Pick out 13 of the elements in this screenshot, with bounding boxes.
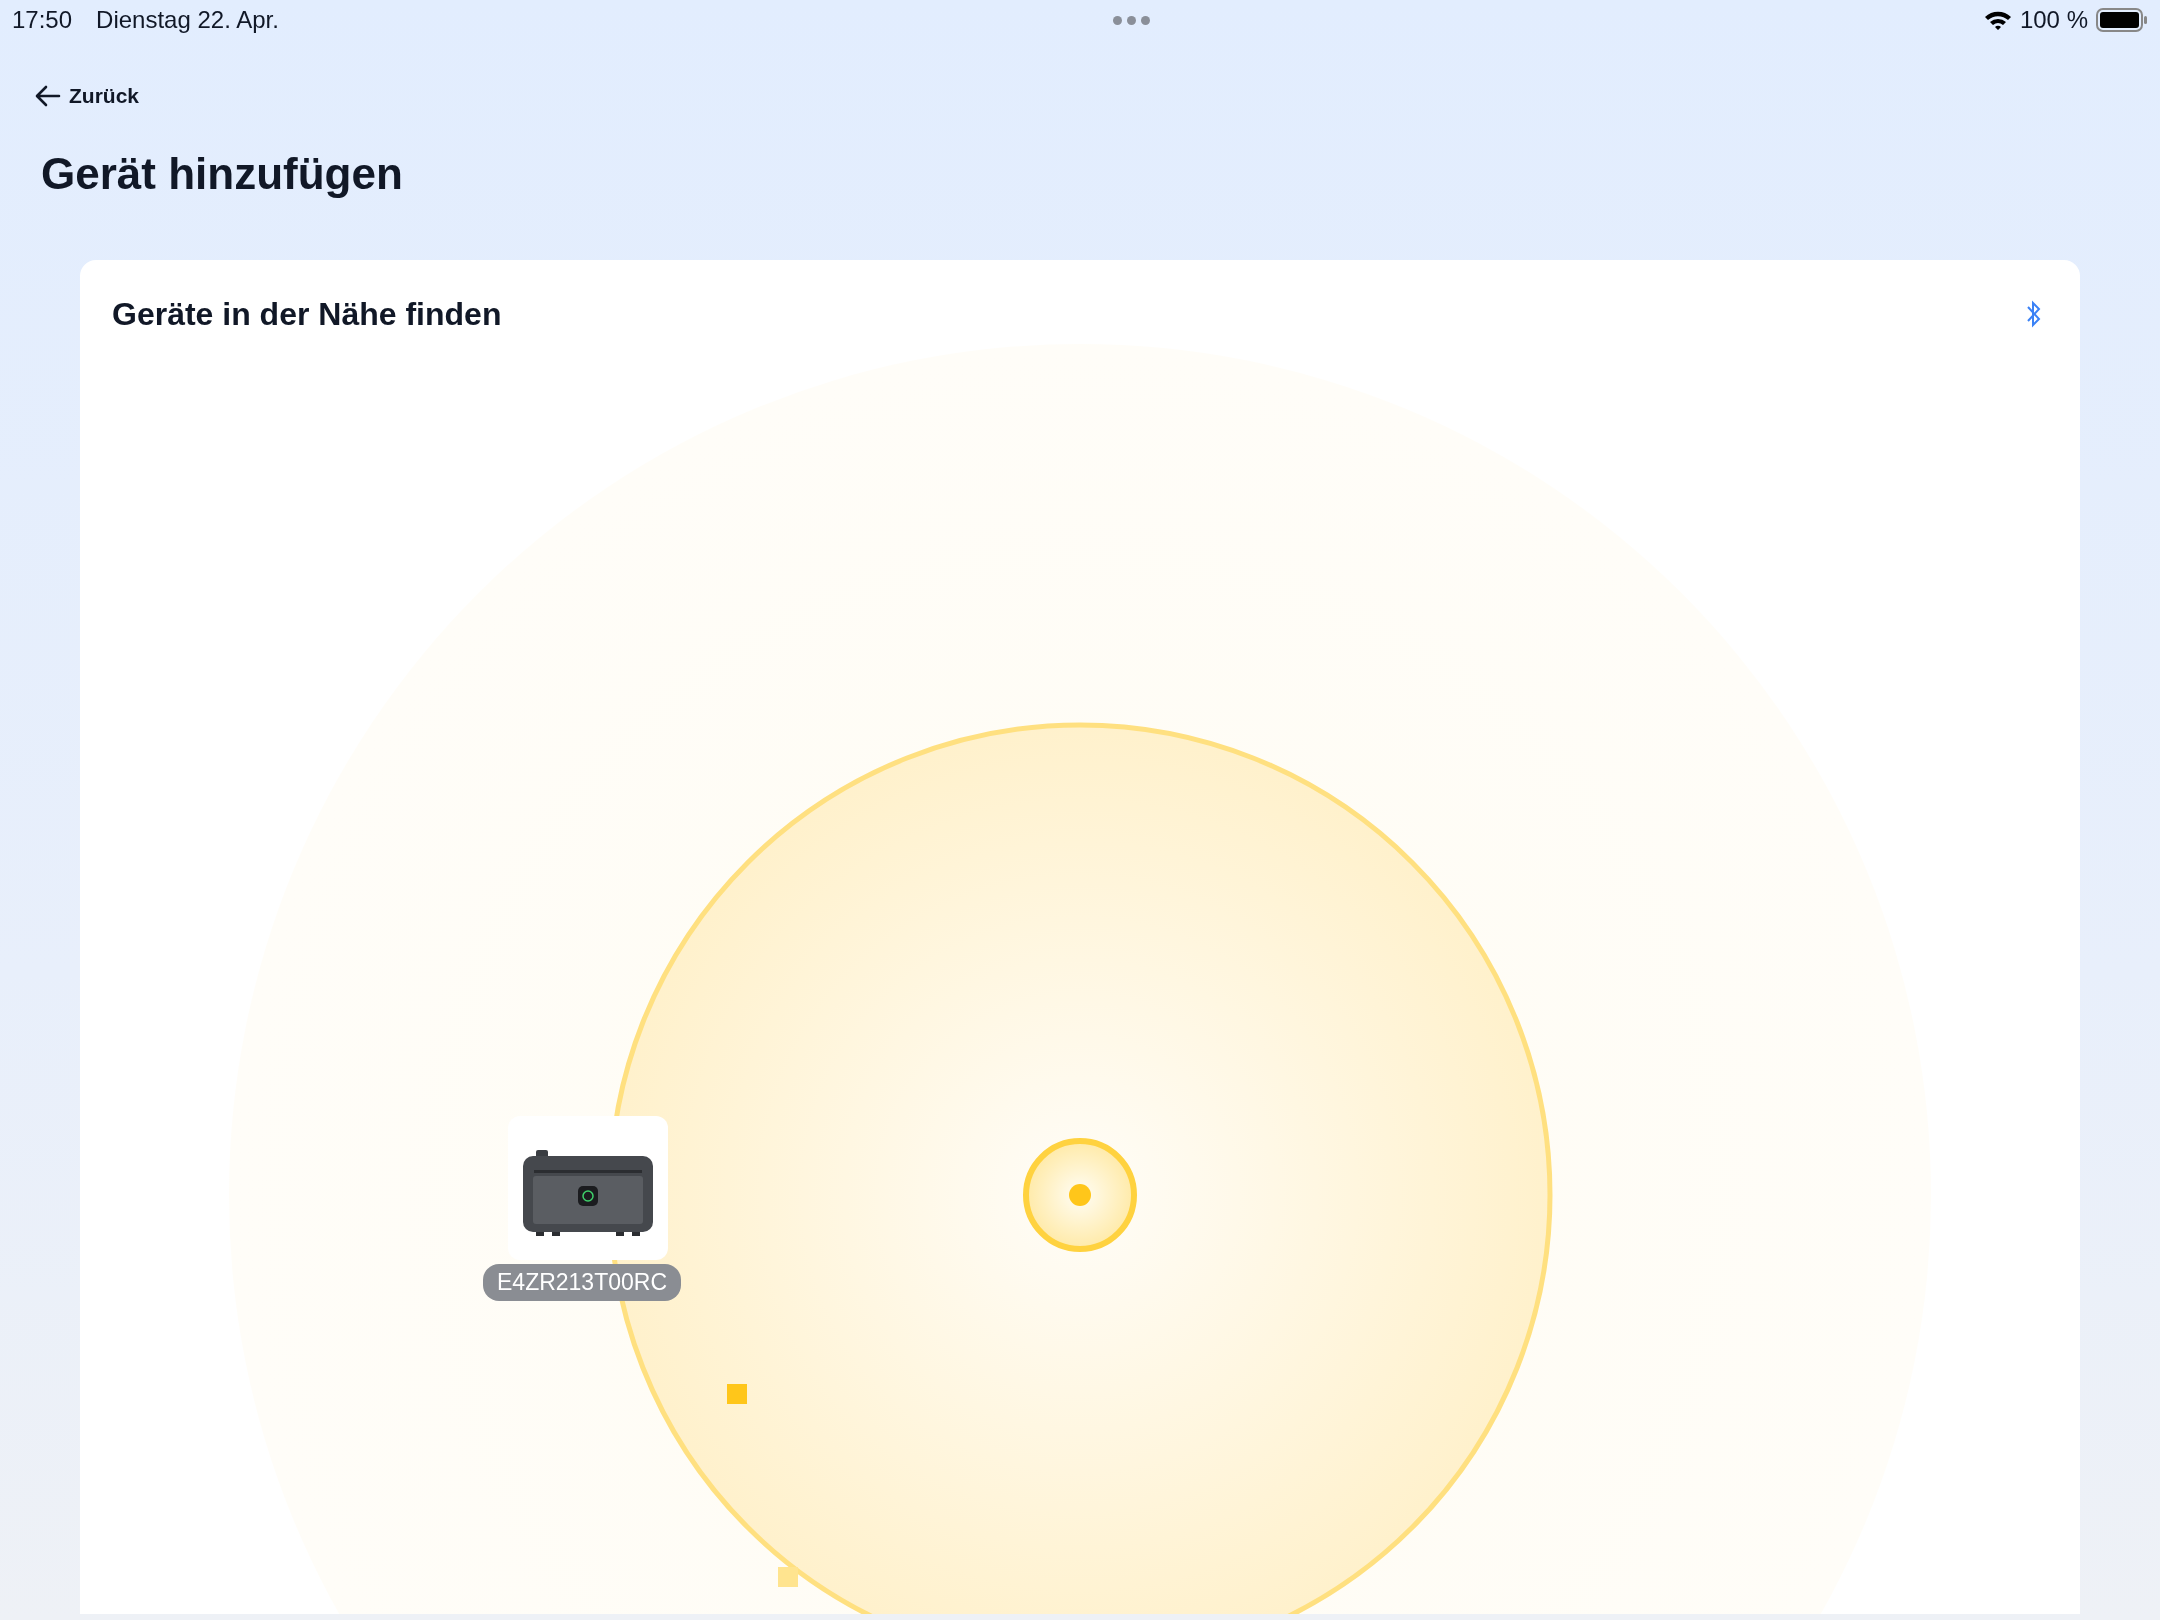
battery-percent: 100 % [2019, 5, 2088, 35]
multitask-dots-icon[interactable] [1112, 15, 1150, 25]
back-arrow-icon [35, 84, 61, 107]
page-title: Gerät hinzufügen [41, 147, 404, 200]
status-date: Dienstag 22. Apr. [96, 5, 279, 35]
device-serial-label: E4ZR213T00RC [483, 1264, 682, 1301]
signal-marker [778, 1567, 798, 1588]
panel-title: Geräte in der Nähe finden [112, 295, 502, 335]
signal-marker [727, 1384, 747, 1405]
wifi-icon [1983, 9, 2012, 31]
status-time: 17:50 [12, 5, 73, 35]
battery-icon [2096, 8, 2148, 32]
back-button[interactable]: Zurück [35, 80, 139, 112]
